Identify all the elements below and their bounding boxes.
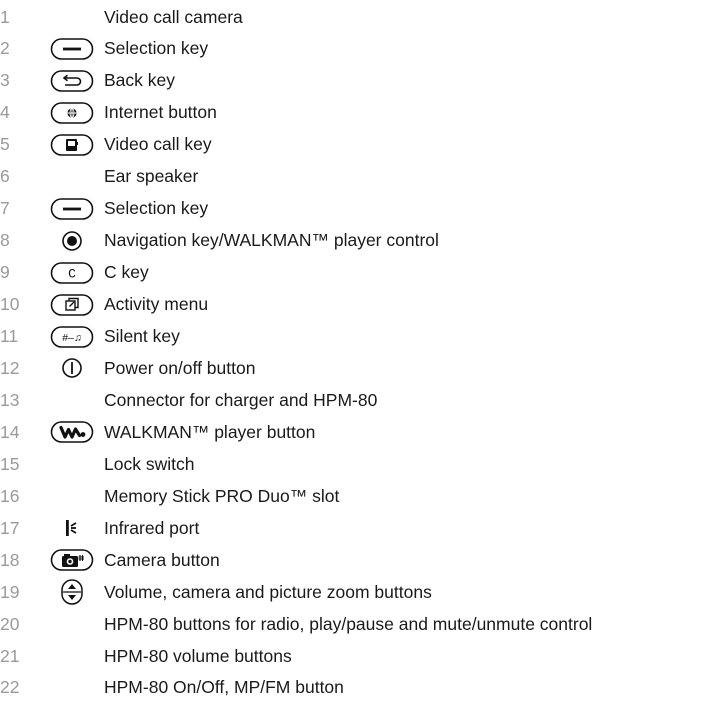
svg-text:#–♫: #–♫: [62, 332, 82, 344]
list-item: 2 Selection key: [0, 34, 714, 64]
item-number: 10: [0, 294, 20, 315]
list-item: 19 Volume, camera and picture zoom button…: [0, 577, 714, 607]
item-label: Volume, camera and picture zoom buttons: [104, 581, 432, 602]
item-number: 19: [0, 581, 20, 602]
item-label: Video call camera: [104, 6, 243, 27]
item-label: Selection key: [104, 198, 209, 219]
item-number: 8: [0, 230, 10, 251]
list-item: 9 C C key: [0, 258, 714, 288]
item-label: Navigation key/WALKMAN™ player control: [104, 230, 439, 251]
item-label: HPM-80 volume buttons: [104, 645, 292, 666]
infrared-icon: [46, 513, 98, 543]
item-number: 4: [0, 102, 10, 123]
list-item: 20 HPM-80 buttons for radio, play/pause a…: [0, 609, 714, 639]
list-item: 16 Memory Stick PRO Duo™ slot: [0, 481, 714, 511]
list-item: 3 Back key: [0, 66, 714, 96]
item-number: 9: [0, 262, 10, 283]
item-number: 3: [0, 70, 10, 91]
item-label: Selection key: [104, 38, 209, 59]
item-label: WALKMAN™ player button: [104, 421, 316, 442]
item-number: 16: [0, 485, 20, 506]
navigation-key-icon: [46, 226, 98, 256]
item-label: Power on/off button: [104, 357, 256, 378]
volume-zoom-key-icon: [46, 577, 98, 607]
silent-key-icon: #–♫: [46, 322, 98, 352]
activity-menu-key-icon: [46, 290, 98, 320]
back-key-icon: [46, 66, 98, 96]
item-label: Back key: [104, 70, 175, 91]
item-label: HPM-80 buttons for radio, play/pause and…: [104, 613, 593, 634]
list-item: 13 Connector for charger and HPM-80: [0, 385, 714, 415]
item-label: Video call key: [104, 134, 212, 155]
item-label: C key: [104, 262, 149, 283]
list-item: 7 Selection key: [0, 194, 714, 224]
item-number: 14: [0, 421, 20, 442]
list-item: 6 Ear speaker: [0, 162, 714, 192]
item-label: Connector for charger and HPM-80: [104, 389, 378, 410]
item-number: 21: [0, 645, 20, 666]
item-number: 1: [0, 6, 10, 27]
list-item: 8 Navigation key/WALKMAN™ player control: [0, 226, 714, 256]
power-icon: [46, 353, 98, 383]
list-item: 15 Lock switch: [0, 449, 714, 479]
item-number: 5: [0, 134, 10, 155]
item-label: HPM-80 On/Off, MP/FM button: [104, 677, 344, 698]
item-number: 6: [0, 166, 10, 187]
item-label: Lock switch: [104, 453, 195, 474]
internet-key-icon: [46, 98, 98, 128]
list-item: 5 Video call key: [0, 130, 714, 160]
item-label: Activity menu: [104, 294, 209, 315]
list-item: 14 WALKMAN™ player button: [0, 417, 714, 447]
list-item: 4 Internet button: [0, 98, 714, 128]
item-number: 11: [0, 326, 19, 346]
item-label: Internet button: [104, 102, 217, 123]
list-item: 10 Activity menu: [0, 290, 714, 320]
item-label: Camera button: [104, 549, 220, 570]
item-number: 7: [0, 198, 10, 219]
item-number: 17: [0, 517, 20, 538]
item-label: Ear speaker: [104, 166, 199, 187]
item-number: 13: [0, 389, 20, 410]
selection-key-icon: [46, 194, 98, 224]
item-number: 12: [0, 357, 20, 378]
walkman-key-icon: [46, 417, 98, 447]
item-number: 22: [0, 677, 20, 698]
camera-key-icon: [46, 545, 98, 575]
list-item: 1 Video call camera: [0, 2, 714, 32]
list-item: 22 HPM-80 On/Off, MP/FM button: [0, 673, 714, 703]
list-item: 12 Power on/off button: [0, 353, 714, 383]
list-item: 17 Infrared port: [0, 513, 714, 543]
item-number: 20: [0, 613, 20, 634]
item-label: Infrared port: [104, 517, 200, 538]
item-number: 2: [0, 38, 10, 59]
video-call-key-icon: [46, 130, 98, 160]
item-number: 18: [0, 549, 20, 570]
item-label: Memory Stick PRO Duo™ slot: [104, 485, 340, 506]
c-key-icon-letter: C: [68, 266, 76, 281]
list-item: 18 Camera button: [0, 545, 714, 575]
selection-key-icon: [46, 34, 98, 64]
item-label: Silent key: [104, 326, 180, 346]
item-number: 15: [0, 453, 20, 474]
list-item: 21 HPM-80 volume buttons: [0, 641, 714, 671]
list-item: 11 #–♫ Silent key: [0, 322, 714, 352]
c-key-icon: C: [46, 258, 98, 288]
